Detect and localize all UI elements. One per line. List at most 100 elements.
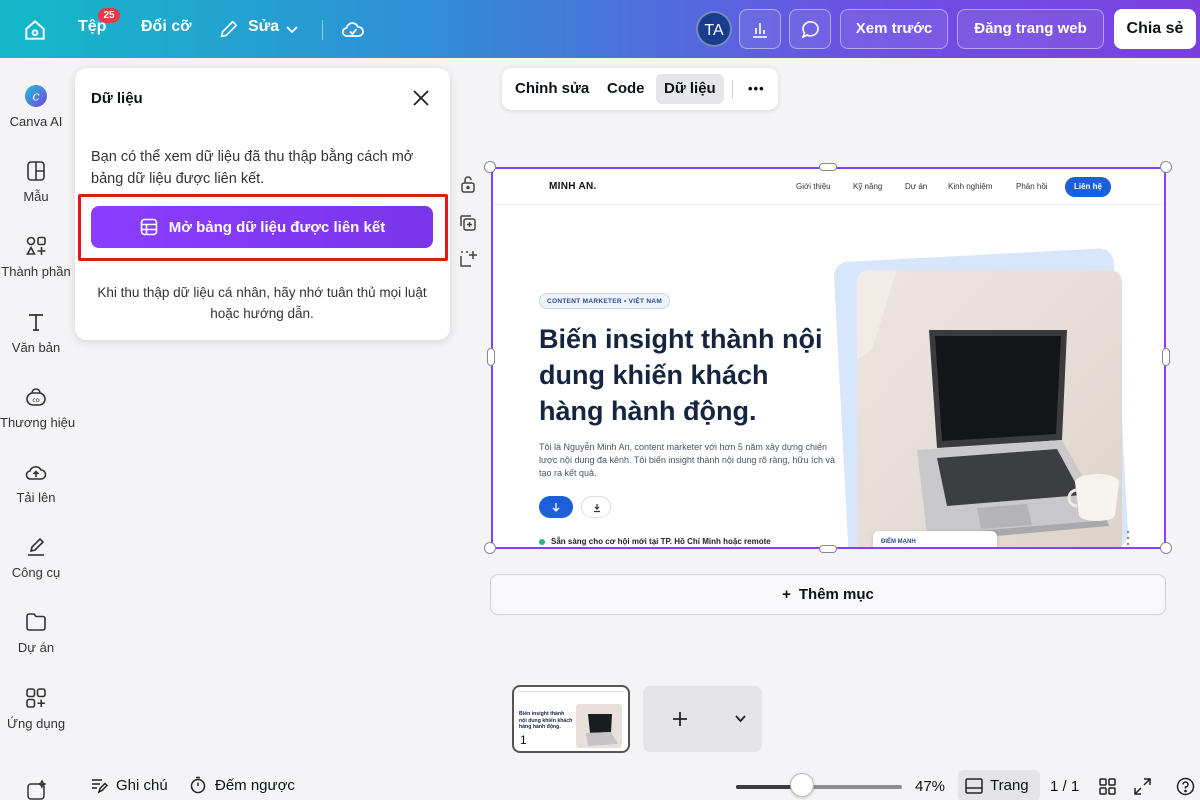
design-canvas[interactable]: MINH AN. Giới thiệu Kỹ năng Dự án Kinh n… [491, 167, 1166, 549]
share-button[interactable]: Chia sẻ [1114, 9, 1196, 49]
sidebar-item-projects[interactable]: Dự án [0, 610, 72, 655]
sidebar-item-label: Ứng dụng [6, 716, 66, 731]
hero-primary-button[interactable] [539, 496, 573, 518]
folder-icon [26, 613, 46, 631]
resize-handle[interactable] [819, 545, 837, 553]
add-element-icon[interactable] [458, 249, 478, 269]
sidebar-item-uploads[interactable]: Tải lên [0, 460, 72, 505]
magic-media-icon[interactable] [26, 780, 48, 800]
open-linked-table-button[interactable]: Mở bảng dữ liệu được liên kết [91, 206, 433, 248]
panel-title: Dữ liệu [91, 90, 143, 107]
page-number: 1 [520, 733, 527, 747]
comment-icon [801, 21, 819, 39]
add-section-label: Thêm mục [798, 586, 874, 603]
timer-icon [190, 776, 206, 794]
tab-code[interactable]: Code [599, 74, 653, 104]
hero-description: Tôi là Nguyễn Minh An, content marketer … [539, 442, 835, 478]
resize-handle[interactable] [1160, 161, 1172, 173]
resize-handle[interactable] [1160, 542, 1172, 554]
sidebar-item-text[interactable]: Văn bản [0, 310, 72, 355]
more-options-button[interactable]: ••• [740, 74, 773, 104]
timer-button[interactable]: Đếm ngược [189, 776, 295, 794]
bar-chart-icon [753, 23, 767, 38]
site-nav-link[interactable]: Kỹ năng [853, 182, 882, 191]
cloud-sync-icon[interactable] [340, 17, 366, 43]
sidebar-item-label: Thương hiệu [0, 415, 76, 430]
add-page-button[interactable] [643, 686, 762, 752]
site-nav-link[interactable]: Phản hồi [1016, 182, 1048, 191]
sidebar-item-label: Tải lên [16, 490, 56, 505]
sidebar-item-canva-ai[interactable]: c Canva AI [0, 84, 72, 129]
home-icon[interactable] [22, 17, 48, 43]
hero-status: Sẵn sàng cho cơ hội mới tại TP. Hồ Chí M… [539, 537, 771, 546]
add-section-button[interactable]: + Thêm mục [490, 574, 1166, 615]
canva-ai-icon: c [25, 85, 47, 107]
resize-handle[interactable] [484, 542, 496, 554]
site-nav-link[interactable]: Dự án [905, 182, 927, 191]
sidebar-item-label: Văn bản [11, 340, 61, 355]
panel-note: Khi thu thập dữ liệu cá nhân, hãy nhớ tu… [97, 285, 427, 321]
site-nav: MINH AN. Giới thiệu Kỹ năng Dự án Kinh n… [493, 169, 1164, 205]
resize-handle[interactable] [1162, 348, 1170, 366]
fullscreen-icon[interactable] [1133, 777, 1152, 796]
site-contact-button[interactable]: Liên hệ [1065, 177, 1111, 197]
resize-handle[interactable] [484, 161, 496, 173]
resize-handle[interactable] [819, 163, 837, 171]
close-icon[interactable] [409, 86, 433, 110]
duplicate-icon[interactable] [458, 213, 478, 233]
resize-handle[interactable] [487, 348, 495, 366]
hero-pill: CONTENT MARKETER • VIỆT NAM [539, 293, 671, 309]
site-nav-link[interactable]: Giới thiệu [796, 182, 831, 191]
page-count: 1 / 1 [1050, 778, 1080, 795]
cloud-upload-icon [25, 466, 47, 480]
divider [732, 80, 733, 98]
page-view-icon [965, 778, 983, 794]
chevron-down-icon[interactable] [734, 714, 747, 724]
edit-menu[interactable]: Sửa [248, 18, 279, 36]
sidebar-item-elements[interactable]: Thành phần [0, 234, 72, 279]
resize-menu[interactable]: Đổi cỡ [141, 18, 192, 36]
plus-icon: + [782, 586, 791, 603]
strengths-card: ĐIỂM MẠNH [873, 531, 997, 547]
comment-button[interactable] [789, 9, 831, 49]
thumb-image [576, 704, 622, 748]
sidebar-item-templates[interactable]: Mẫu [0, 159, 72, 204]
svg-text:c: c [32, 90, 40, 105]
sidebar-item-label: Công cụ [11, 565, 61, 580]
thumb-nav-line [518, 691, 624, 692]
insights-button[interactable] [739, 9, 781, 49]
site-nav-link[interactable]: Kinh nghiệm [948, 182, 992, 191]
plus-icon [673, 712, 687, 726]
sidebar-item-tools[interactable]: Công cụ [0, 535, 72, 580]
text-icon [29, 314, 43, 331]
tab-data[interactable]: Dữ liệu [656, 74, 724, 104]
file-badge: 25 [98, 8, 120, 23]
sidebar-item-brand[interactable]: co Thương hiệu [0, 385, 76, 430]
publish-website-button[interactable]: Đăng trang web [957, 9, 1104, 49]
table-icon [140, 218, 158, 236]
hero-download-button[interactable] [581, 496, 611, 518]
template-icon [27, 161, 45, 181]
page-view-button[interactable]: Trang [958, 770, 1040, 800]
top-bar: Tệp 25 Đổi cỡ Sửa TA Xem trước Đăng tran… [0, 0, 1200, 58]
grid-view-icon[interactable] [1098, 777, 1117, 796]
zoom-level[interactable]: 47% [915, 778, 945, 795]
notes-button[interactable]: Ghi chú [90, 776, 168, 794]
page-thumbnail[interactable]: Biến insight thành nội dung khiến khách … [512, 685, 630, 753]
drag-handle-icon[interactable] [1125, 529, 1131, 547]
download-icon [594, 504, 600, 513]
sidebar-item-apps[interactable]: Ứng dụng [0, 686, 72, 731]
avatar[interactable]: TA [696, 11, 732, 47]
unlock-icon[interactable] [458, 174, 478, 194]
zoom-slider[interactable] [736, 785, 902, 789]
elements-icon [26, 236, 46, 255]
zoom-slider-handle[interactable] [790, 773, 815, 797]
tab-edit[interactable]: Chỉnh sửa [507, 74, 597, 104]
help-icon[interactable] [1176, 777, 1195, 796]
chevron-down-icon[interactable] [285, 22, 299, 36]
brand-icon: co [26, 388, 46, 406]
laptop-illustration [857, 270, 1119, 542]
preview-button[interactable]: Xem trước [840, 9, 948, 49]
page-view-label: Trang [990, 777, 1029, 794]
laptop-photo[interactable] [857, 270, 1122, 547]
